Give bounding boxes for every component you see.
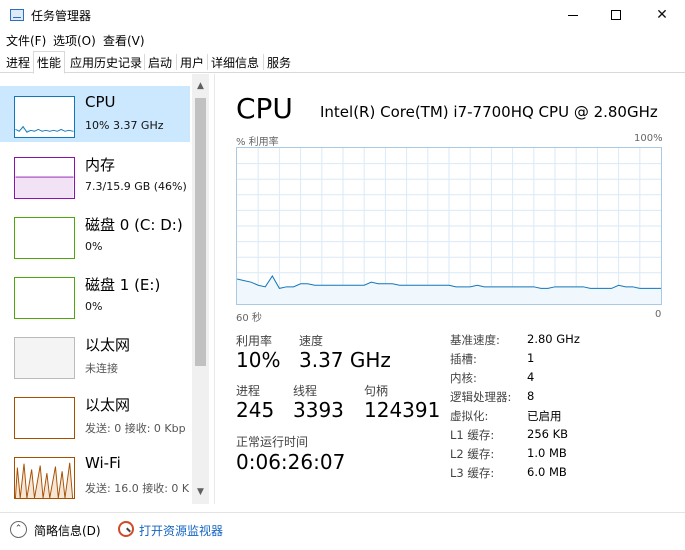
cpu-graph-icon [14, 96, 75, 138]
tab-bar: 进程 性能 应用历史记录 启动 用户 详细信息 服务 [0, 51, 685, 74]
spec-value: 1 [527, 351, 535, 365]
handles-label: 句柄 [364, 384, 389, 398]
spec-value: 4 [527, 370, 535, 384]
scroll-thumb[interactable] [195, 98, 206, 366]
ethernet-graph-icon [14, 397, 75, 439]
tab-processes[interactable]: 进程 [6, 54, 30, 72]
resource-item-disk-0[interactable]: 磁盘 0 (C: D:) 0% [0, 207, 190, 263]
maximize-icon [611, 10, 621, 20]
ethernet-graph-icon [14, 337, 75, 379]
resource-name: 磁盘 1 (E:) [85, 276, 161, 294]
tab-details[interactable]: 详细信息 [211, 54, 259, 72]
resource-name: 以太网 [85, 336, 131, 354]
tab-app-history[interactable]: 应用历史记录 [70, 54, 142, 72]
resource-detail: 0% [85, 300, 103, 313]
resource-item-memory[interactable]: 内存 7.3/15.9 GB (46%) [0, 147, 190, 203]
maximize-button[interactable] [594, 0, 640, 30]
sidebar-scrollbar[interactable]: ▲ ▼ [192, 74, 209, 504]
resource-item-cpu[interactable]: CPU 10% 3.37 GHz [0, 86, 190, 142]
window-title: 任务管理器 [31, 9, 92, 23]
scroll-up-arrow-icon[interactable]: ▲ [192, 78, 209, 95]
resource-item-disk-1[interactable]: 磁盘 1 (E:) 0% [0, 267, 190, 323]
menu-bar: 文件(F) 选项(O) 查看(V) [0, 30, 685, 50]
open-resource-monitor-link[interactable]: 打开资源监视器 [139, 522, 223, 539]
tab-separator [207, 54, 208, 70]
threads-value: 3393 [293, 398, 344, 422]
tab-separator [144, 54, 145, 70]
resource-detail: 发送: 16.0 接收: 0 K [85, 482, 190, 495]
tab-separator [263, 54, 264, 70]
spec-value: 已启用 [527, 409, 562, 423]
resource-name: 以太网 [85, 396, 131, 414]
chevron-up-icon[interactable]: ⌃ [10, 521, 27, 538]
resource-name: 磁盘 0 (C: D:) [85, 216, 183, 234]
tab-startup[interactable]: 启动 [148, 54, 172, 72]
resource-detail: 未连接 [85, 362, 118, 375]
processes-label: 进程 [236, 384, 261, 398]
scroll-down-arrow-icon[interactable]: ▼ [192, 484, 209, 501]
minimize-icon [568, 15, 578, 16]
spec-value: 6.0 MB [527, 465, 567, 479]
spec-label: L2 缓存: [450, 447, 495, 461]
fewer-details-button[interactable]: 简略信息(D) [34, 522, 101, 539]
resource-name: Wi-Fi [85, 454, 121, 472]
menu-file[interactable]: 文件(F) [6, 32, 46, 49]
tab-performance[interactable]: 性能 [33, 51, 66, 74]
resource-item-ethernet[interactable]: 以太网 发送: 0 接收: 0 Kbp [0, 387, 190, 443]
graph-x-left: 60 秒 [236, 313, 262, 324]
spec-label: 逻辑处理器: [450, 390, 512, 404]
spec-value: 1.0 MB [527, 446, 567, 460]
threads-label: 线程 [293, 384, 318, 398]
cpu-model: Intel(R) Core(TM) i7-7700HQ CPU @ 2.80GH… [320, 103, 658, 121]
title-bar: 任务管理器 ✕ [0, 0, 685, 30]
speed-label: 速度 [299, 334, 324, 348]
close-button[interactable]: ✕ [639, 0, 685, 30]
resource-list: CPU 10% 3.37 GHz 内存 7.3/15.9 GB (46%) 磁盘… [0, 74, 215, 504]
spec-value: 256 KB [527, 427, 569, 441]
cpu-utilization-graph [236, 147, 662, 305]
uptime-label: 正常运行时间 [236, 435, 309, 449]
processes-value: 245 [236, 398, 275, 422]
utilization-value: 10% [236, 348, 281, 372]
graph-y-label: % 利用率 [236, 137, 279, 148]
page-title: CPU [236, 92, 293, 125]
disk-graph-icon [14, 217, 75, 259]
menu-view[interactable]: 查看(V) [103, 32, 145, 49]
tab-services[interactable]: 服务 [267, 54, 291, 72]
resource-detail: 0% [85, 240, 103, 253]
spec-label: L3 缓存: [450, 466, 495, 480]
close-icon: ✕ [656, 7, 668, 23]
spec-label: L1 缓存: [450, 428, 495, 442]
spec-value: 8 [527, 389, 535, 403]
resource-name: 内存 [85, 156, 116, 174]
utilization-label: 利用率 [236, 334, 273, 348]
resource-monitor-icon[interactable] [118, 521, 134, 537]
footer: ⌃ 简略信息(D) 打开资源监视器 [0, 512, 685, 550]
disk-graph-icon [14, 277, 75, 319]
tab-users[interactable]: 用户 [180, 54, 204, 72]
resource-name: CPU [85, 93, 116, 111]
memory-graph-icon [14, 157, 75, 199]
speed-value: 3.37 GHz [299, 348, 391, 372]
menu-options[interactable]: 选项(O) [53, 32, 96, 49]
resource-item-ethernet-disconnected[interactable]: 以太网 未连接 [0, 327, 190, 383]
spec-label: 内核: [450, 371, 477, 385]
resource-detail: 10% 3.37 GHz [85, 119, 164, 132]
wifi-graph-icon [14, 457, 75, 499]
minimize-button[interactable] [550, 0, 596, 30]
graph-x-right: 0 [655, 309, 662, 320]
resource-detail: 7.3/15.9 GB (46%) [85, 180, 187, 193]
graph-y-max: 100% [634, 133, 663, 144]
resource-item-wifi[interactable]: Wi-Fi 发送: 16.0 接收: 0 K [0, 447, 190, 503]
handles-value: 124391 [364, 398, 441, 422]
spec-label: 基准速度: [450, 333, 500, 347]
resource-detail: 发送: 0 接收: 0 Kbp [85, 422, 186, 435]
spec-value: 2.80 GHz [527, 332, 580, 346]
task-manager-app-icon [10, 9, 24, 21]
uptime-value: 0:06:26:07 [236, 450, 346, 474]
spec-label: 虚拟化: [450, 409, 489, 423]
graph-gridlines [237, 148, 661, 304]
spec-label: 插槽: [450, 352, 477, 366]
tab-separator [176, 54, 177, 70]
